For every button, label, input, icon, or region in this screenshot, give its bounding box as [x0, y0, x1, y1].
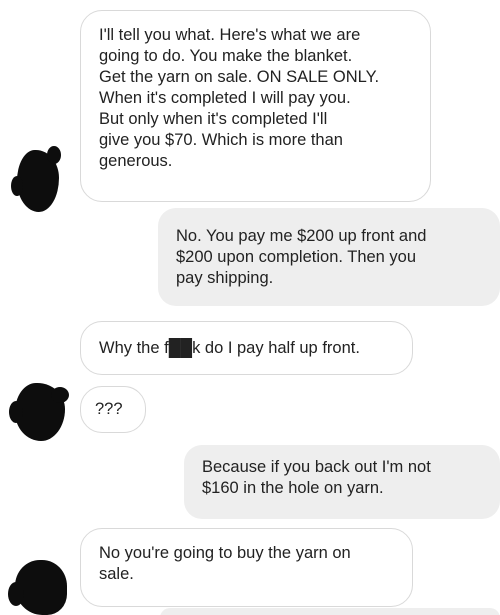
message-bubble-outgoing: No. You pay me $200 up front and $200 up… — [158, 208, 500, 306]
message-bubble-incoming: Why the f██k do I pay half up front. — [80, 321, 413, 375]
avatar — [8, 560, 67, 615]
avatar — [9, 383, 69, 441]
message-bubble-outgoing: Because if you back out I'm not $160 in … — [184, 445, 500, 519]
message-bubble-incoming: ??? — [80, 386, 146, 433]
message-bubble-incoming: I'll tell you what. Here's what we are g… — [80, 10, 431, 202]
message-bubble-incoming: No you're going to buy the yarn on sale. — [80, 528, 413, 607]
message-bubble-outgoing — [160, 608, 500, 615]
avatar — [11, 146, 61, 212]
